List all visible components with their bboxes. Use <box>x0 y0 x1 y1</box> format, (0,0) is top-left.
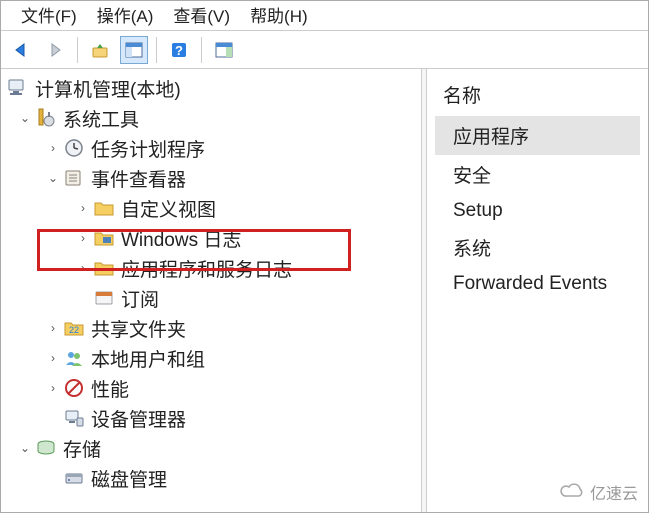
disk-icon <box>63 467 85 489</box>
nav-forward-button[interactable] <box>41 36 69 64</box>
list-item[interactable]: 安全 <box>435 155 640 194</box>
toolbar: ? <box>1 31 648 69</box>
help-button[interactable]: ? <box>165 36 193 64</box>
column-header-name[interactable]: 名称 <box>439 75 636 116</box>
svg-text:22: 22 <box>69 325 79 335</box>
tree-custom-views-label: 自定义视图 <box>121 195 216 222</box>
computer-management-icon <box>7 77 29 99</box>
cloud-icon <box>560 481 586 504</box>
users-icon <box>63 347 85 369</box>
tree-task-scheduler-label: 任务计划程序 <box>91 135 205 162</box>
tree-root[interactable]: 计算机管理(本地) <box>3 73 419 103</box>
action-pane-button[interactable] <box>210 36 238 64</box>
tree-system-tools-label: 系统工具 <box>63 105 139 132</box>
menu-action[interactable]: 操作(A) <box>97 2 154 27</box>
list-item[interactable]: Forwarded Events <box>435 267 640 301</box>
tree-disk-management-label: 磁盘管理 <box>91 465 167 492</box>
event-viewer-icon <box>63 167 85 189</box>
tree-local-users-label: 本地用户和组 <box>91 345 205 372</box>
toolbar-separator <box>77 37 78 63</box>
tree-event-viewer[interactable]: ⌄ 事件查看器 <box>3 163 419 193</box>
nav-back-button[interactable] <box>7 36 35 64</box>
tree-disk-management[interactable]: 磁盘管理 <box>3 463 419 493</box>
menu-bar: 文件(F) 操作(A) 查看(V) 帮助(H) <box>1 1 648 31</box>
performance-icon <box>63 377 85 399</box>
toolbar-separator <box>156 37 157 63</box>
details-pane: 名称 应用程序 安全 Setup 系统 Forwarded Events <box>427 69 648 512</box>
tree-shared-folders-label: 共享文件夹 <box>91 315 186 342</box>
highlight-annotation <box>37 229 351 271</box>
tree-task-scheduler[interactable]: › 任务计划程序 <box>3 133 419 163</box>
show-hide-console-tree-button[interactable] <box>120 36 148 64</box>
expand-icon[interactable]: › <box>75 201 91 215</box>
tree-subscriptions-label: 订阅 <box>121 285 159 312</box>
tree-performance-label: 性能 <box>91 375 129 402</box>
tree-custom-views[interactable]: › 自定义视图 <box>3 193 419 223</box>
menu-file[interactable]: 文件(F) <box>21 2 77 27</box>
storage-icon <box>35 437 57 459</box>
watermark-text: 亿速云 <box>590 480 638 504</box>
subscriptions-icon <box>93 287 115 309</box>
system-tools-icon <box>35 107 57 129</box>
menu-view[interactable]: 查看(V) <box>173 2 230 27</box>
tree-performance[interactable]: › 性能 <box>3 373 419 403</box>
tree-shared-folders[interactable]: › 22 共享文件夹 <box>3 313 419 343</box>
svg-text:?: ? <box>175 43 183 58</box>
tree-device-manager[interactable]: 设备管理器 <box>3 403 419 433</box>
clock-icon <box>63 137 85 159</box>
tree-event-viewer-label: 事件查看器 <box>91 165 186 192</box>
expand-icon[interactable]: ⌄ <box>17 111 33 125</box>
tree-local-users[interactable]: › 本地用户和组 <box>3 343 419 373</box>
watermark: 亿速云 <box>560 480 638 504</box>
expand-icon[interactable]: › <box>45 381 61 395</box>
tree-device-manager-label: 设备管理器 <box>91 405 186 432</box>
expand-icon[interactable]: ⌄ <box>45 171 61 185</box>
expand-icon[interactable]: ⌄ <box>17 441 33 455</box>
tree-system-tools[interactable]: ⌄ 系统工具 <box>3 103 419 133</box>
toolbar-separator <box>201 37 202 63</box>
tree-storage[interactable]: ⌄ 存储 <box>3 433 419 463</box>
menu-help[interactable]: 帮助(H) <box>250 2 308 27</box>
expand-icon[interactable]: › <box>45 351 61 365</box>
expand-icon[interactable]: › <box>45 321 61 335</box>
list-item[interactable]: 应用程序 <box>435 116 640 155</box>
list-item[interactable]: Setup <box>435 194 640 228</box>
content-panes: 计算机管理(本地) ⌄ 系统工具 › <box>1 69 648 512</box>
log-list: 应用程序 安全 Setup 系统 Forwarded Events <box>439 116 636 301</box>
expand-icon[interactable]: › <box>45 141 61 155</box>
tree-subscriptions[interactable]: 订阅 <box>3 283 419 313</box>
list-item[interactable]: 系统 <box>435 228 640 267</box>
device-manager-icon <box>63 407 85 429</box>
tree-storage-label: 存储 <box>63 435 101 462</box>
up-level-button[interactable] <box>86 36 114 64</box>
console-tree[interactable]: 计算机管理(本地) ⌄ 系统工具 › <box>1 69 421 512</box>
tree-root-label: 计算机管理(本地) <box>35 75 181 102</box>
folder-icon <box>93 197 115 219</box>
shared-folders-icon: 22 <box>63 317 85 339</box>
